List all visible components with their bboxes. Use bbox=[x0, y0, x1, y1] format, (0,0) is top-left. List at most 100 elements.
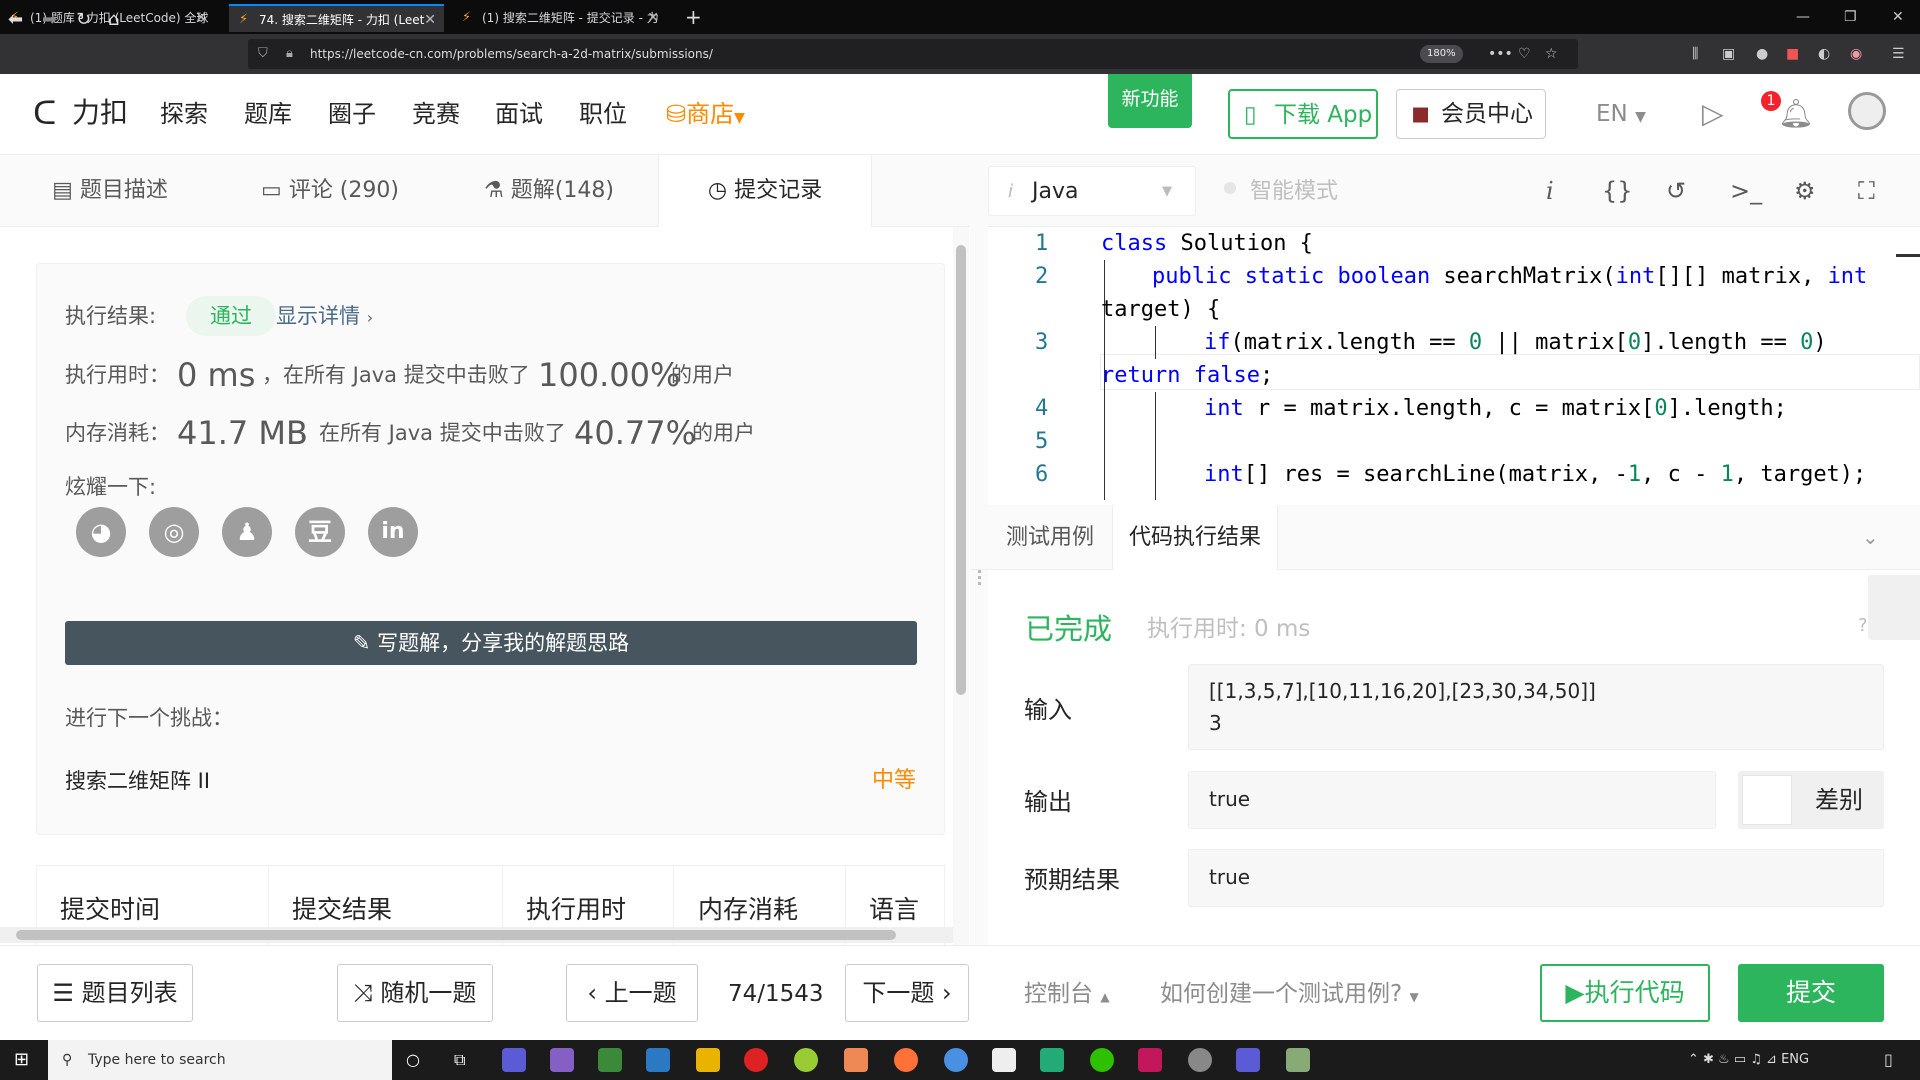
chrome-icon[interactable] bbox=[944, 1048, 968, 1072]
vip-center-button[interactable]: ◼ 会员中心 bbox=[1396, 89, 1546, 139]
nav-problemset[interactable]: 题库 bbox=[244, 97, 292, 131]
download-app-button[interactable]: ▯ 下载 App bbox=[1228, 89, 1378, 139]
app-icon[interactable] bbox=[1188, 1048, 1212, 1072]
account-icon[interactable]: ◐ bbox=[1818, 34, 1830, 74]
terminal-icon[interactable]: >_ bbox=[1730, 173, 1762, 209]
tab-comments[interactable]: ▭ 评论 (290) bbox=[220, 155, 440, 227]
random-problem-button[interactable]: ⤨ 随机一题 bbox=[337, 964, 493, 1022]
extension-icon[interactable]: ● bbox=[1756, 34, 1768, 74]
qq-icon[interactable]: ♟ bbox=[222, 507, 272, 557]
close-icon[interactable]: ✕ bbox=[424, 6, 436, 32]
system-tray[interactable]: ⌃ ✱ ♨ ▭ ♫ ⊿ ENG bbox=[1688, 1040, 1809, 1080]
app-icon[interactable] bbox=[1236, 1048, 1260, 1072]
show-details-link[interactable]: 显示详情 › bbox=[276, 301, 373, 333]
nav-contest[interactable]: 竞赛 bbox=[412, 97, 460, 131]
next-challenge-link[interactable]: 搜索二维矩阵 II bbox=[65, 766, 210, 796]
page-actions-icon[interactable]: ••• bbox=[1488, 34, 1513, 74]
howto-testcase-link[interactable]: 如何创建一个测试用例? ▼ bbox=[1160, 979, 1419, 1012]
tab-run-result[interactable]: 代码执行结果 bbox=[1112, 505, 1279, 570]
toggle-dot[interactable] bbox=[1224, 182, 1236, 194]
problem-list-button[interactable]: ☰ 题目列表 bbox=[37, 964, 193, 1022]
bookmark-star-icon[interactable]: ☆ bbox=[1545, 34, 1558, 74]
app-icon[interactable] bbox=[992, 1048, 1016, 1072]
app-icon[interactable] bbox=[502, 1048, 526, 1072]
avatar[interactable] bbox=[1848, 92, 1886, 130]
settings-icon[interactable]: ⚙ bbox=[1794, 173, 1816, 209]
site-logo[interactable]: 力扣 bbox=[72, 95, 128, 131]
extension-icon[interactable]: ■ bbox=[1786, 34, 1799, 74]
app-icon[interactable] bbox=[794, 1048, 818, 1072]
linkedin-icon[interactable]: in bbox=[368, 507, 418, 557]
leetcode-logo-icon[interactable]: ᑕ bbox=[33, 96, 59, 130]
app-icon[interactable] bbox=[844, 1048, 868, 1072]
scrollbar-thumb[interactable] bbox=[16, 930, 896, 940]
browser-tab-active[interactable]: ⚡ 74. 搜索二维矩阵 - 力扣 (Leet ✕ bbox=[229, 4, 444, 32]
windows-start-icon[interactable]: ⊞ bbox=[14, 1040, 29, 1080]
submit-button[interactable]: 提交 bbox=[1738, 964, 1884, 1022]
reload-icon[interactable]: ↻ bbox=[76, 0, 91, 40]
console-toggle[interactable]: 控制台 ▲ bbox=[1024, 979, 1110, 1012]
nav-jobs[interactable]: 职位 bbox=[579, 97, 627, 131]
weibo-icon[interactable]: ◎ bbox=[149, 507, 199, 557]
extension-icon[interactable]: ◉ bbox=[1850, 34, 1862, 74]
pocket-icon[interactable]: ♡ bbox=[1518, 34, 1531, 74]
restore-icon[interactable]: ❐ bbox=[1844, 4, 1857, 30]
fullscreen-icon[interactable]: ⛶ bbox=[1858, 173, 1875, 209]
close-window-icon[interactable]: ✕ bbox=[1892, 4, 1904, 30]
sidebar-icon[interactable]: ▣ bbox=[1722, 34, 1735, 74]
wechat-icon[interactable]: ◕ bbox=[76, 507, 126, 557]
taskbar-search[interactable]: ⚲ Type here to search bbox=[48, 1040, 392, 1080]
chevron-down-icon[interactable]: ⌄ bbox=[1862, 522, 1879, 552]
zoom-level[interactable]: 180% bbox=[1420, 45, 1463, 63]
language-switch[interactable]: EN ▼ bbox=[1596, 96, 1646, 135]
playground-icon[interactable]: ▷ bbox=[1702, 94, 1724, 134]
app-icon[interactable] bbox=[1286, 1048, 1310, 1072]
write-solution-button[interactable]: ✎ 写题解，分享我的解题思路 bbox=[65, 621, 917, 665]
scrollbar-thumb[interactable] bbox=[956, 245, 966, 695]
shield-icon[interactable]: ⛉ bbox=[258, 39, 268, 69]
help-icon[interactable]: ? bbox=[1858, 615, 1868, 637]
nav-explore[interactable]: 探索 bbox=[160, 97, 208, 131]
minimize-icon[interactable]: — bbox=[1796, 4, 1810, 30]
tab-submissions[interactable]: ◷ 提交记录 bbox=[658, 155, 872, 227]
netease-music-icon[interactable] bbox=[744, 1048, 768, 1072]
notification-center-icon[interactable]: ▯ bbox=[1884, 1040, 1893, 1080]
url-text[interactable]: https://leetcode-cn.com/problems/search-… bbox=[310, 39, 713, 69]
browser-tab[interactable]: ⚡ (1) 搜索二维矩阵 - 提交记录 - 力 ✕ bbox=[452, 4, 667, 32]
cortana-icon[interactable]: ○ bbox=[406, 1040, 420, 1080]
nav-interview[interactable]: 面试 bbox=[495, 97, 543, 131]
diff-checkbox[interactable] bbox=[1742, 775, 1792, 825]
visual-studio-icon[interactable] bbox=[550, 1048, 574, 1072]
close-icon[interactable]: ✕ bbox=[647, 4, 659, 32]
new-tab-icon[interactable]: + bbox=[685, 4, 702, 30]
wechat-icon[interactable] bbox=[1090, 1048, 1114, 1072]
forward-icon[interactable]: ➡ bbox=[42, 0, 57, 40]
next-problem-button[interactable]: 下一题 › bbox=[845, 964, 969, 1022]
menu-icon[interactable]: ☰ bbox=[1892, 34, 1905, 74]
new-feature-badge[interactable]: 新功能 bbox=[1108, 74, 1192, 128]
app-icon[interactable] bbox=[1138, 1048, 1162, 1072]
douban-icon[interactable]: 豆 bbox=[295, 507, 345, 557]
back-icon[interactable]: ⬅ bbox=[8, 0, 23, 40]
close-icon[interactable]: ✕ bbox=[195, 4, 207, 32]
tab-solutions[interactable]: ⚗ 题解(148) bbox=[440, 155, 658, 227]
info-icon[interactable]: i bbox=[1546, 173, 1554, 209]
reset-icon[interactable]: ↺ bbox=[1666, 173, 1686, 209]
firefox-icon[interactable] bbox=[894, 1048, 918, 1072]
home-icon[interactable]: ⌂ bbox=[108, 0, 119, 40]
file-explorer-icon[interactable] bbox=[696, 1048, 720, 1072]
nav-circle[interactable]: 圈子 bbox=[328, 97, 376, 131]
app-icon[interactable] bbox=[1040, 1048, 1064, 1072]
bell-icon[interactable]: 🔔︎ bbox=[1778, 94, 1814, 134]
app-icon[interactable] bbox=[646, 1048, 670, 1072]
braces-icon[interactable]: {} bbox=[1602, 173, 1633, 209]
task-view-icon[interactable]: ⧉ bbox=[454, 1040, 465, 1080]
run-code-button[interactable]: ▶执行代码 bbox=[1540, 964, 1710, 1022]
smart-mode-toggle[interactable]: 智能模式 bbox=[1250, 177, 1338, 207]
nav-shop[interactable]: ⛁商店▼ bbox=[666, 97, 745, 135]
library-icon[interactable]: ⫼ bbox=[1692, 34, 1698, 74]
tab-description[interactable]: ▤ 题目描述 bbox=[0, 155, 220, 227]
app-icon[interactable] bbox=[598, 1048, 622, 1072]
prev-problem-button[interactable]: ‹ 上一题 bbox=[566, 964, 698, 1022]
side-panel-toggle[interactable] bbox=[1868, 575, 1920, 640]
